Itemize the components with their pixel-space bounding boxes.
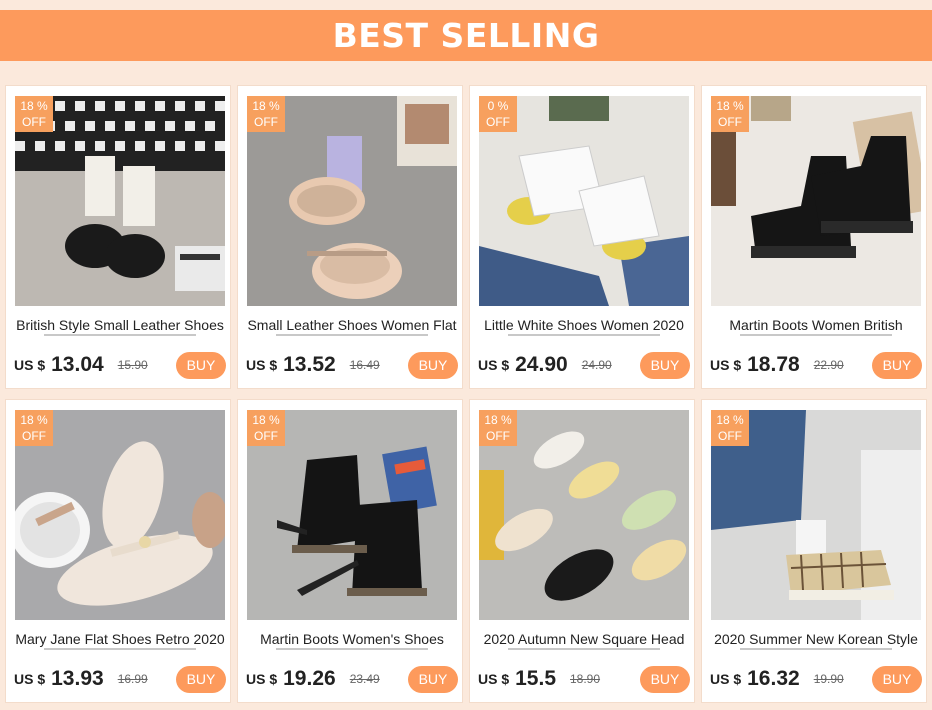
title-overflow [14,334,226,338]
price: 16.32 [747,667,800,690]
buy-button[interactable]: BUY [640,352,690,379]
discount-off: OFF [22,429,46,443]
original-price: 15.90 [117,358,148,372]
price-row: US $ 19.26 23.49 BUY [246,665,458,693]
product-photo[interactable]: 18 % OFF [711,96,921,306]
price-row: US $ 18.78 22.90 BUY [710,351,922,379]
price: 18.78 [747,353,800,376]
buy-button[interactable]: BUY [408,666,458,693]
buy-button[interactable]: BUY [176,352,226,379]
discount-badge: 18 % OFF [247,410,285,446]
discount-badge: 18 % OFF [479,410,517,446]
product-photo[interactable]: 18 % OFF [247,96,457,306]
product-photo[interactable]: 0 % OFF [479,96,689,306]
discount-percent: 18 % [252,413,280,427]
price: 13.93 [51,667,104,690]
price: 15.5 [515,667,556,690]
original-price: 19.90 [813,672,844,686]
buy-button[interactable]: BUY [176,666,226,693]
price-row: US $ 16.32 19.90 BUY [710,665,922,693]
original-price: 16.99 [117,672,148,686]
original-price: 23.49 [349,672,380,686]
product-card[interactable]: 18 % OFF 2020 Autumn New Square Head US … [469,399,695,703]
original-price: 16.49 [349,358,380,372]
title-overflow [478,334,690,338]
product-card[interactable]: 0 % OFF Little White Shoes Women 2020 US… [469,85,695,389]
discount-badge: 18 % OFF [711,410,749,446]
product-photo[interactable]: 18 % OFF [711,410,921,620]
currency: US $ [14,357,46,373]
discount-badge: 18 % OFF [15,410,53,446]
banner-title: BEST SELLING [332,16,600,55]
product-card[interactable]: 18 % OFF Martin Boots Women British US $… [701,85,927,389]
currency: US $ [478,357,510,373]
currency: US $ [478,671,510,687]
title-overflow [246,648,458,652]
discount-off: OFF [718,115,742,129]
product-photo[interactable]: 18 % OFF [247,410,457,620]
product-title[interactable]: Mary Jane Flat Shoes Retro 2020 [14,631,226,649]
product-photo[interactable]: 18 % OFF [15,96,225,306]
product-card[interactable]: 18 % OFF Martin Boots Women's Shoes US $… [237,399,463,703]
currency: US $ [246,671,278,687]
original-price: 24.90 [581,358,612,372]
buy-button[interactable]: BUY [408,352,458,379]
price-row: US $ 15.5 18.90 BUY [478,665,690,693]
price-row: US $ 13.52 16.49 BUY [246,351,458,379]
discount-badge: 18 % OFF [711,96,749,132]
price: 24.90 [515,353,568,376]
discount-off: OFF [718,429,742,443]
discount-percent: 18 % [716,99,744,113]
currency: US $ [710,671,742,687]
product-card[interactable]: 18 % OFF British Style Small Leather Sho… [5,85,231,389]
product-title[interactable]: Small Leather Shoes Women Flat [246,317,458,335]
discount-off: OFF [22,115,46,129]
discount-off: OFF [486,115,510,129]
product-title[interactable]: British Style Small Leather Shoes [14,317,226,335]
product-card[interactable]: 18 % OFF 2020 Summer New Korean Style US… [701,399,927,703]
product-title[interactable]: Martin Boots Women's Shoes [246,631,458,649]
product-title[interactable]: 2020 Autumn New Square Head [478,631,690,649]
discount-percent: 18 % [252,99,280,113]
product-grid: 18 % OFF British Style Small Leather Sho… [5,85,927,703]
discount-off: OFF [486,429,510,443]
discount-badge: 18 % OFF [15,96,53,132]
buy-button[interactable]: BUY [640,666,690,693]
discount-percent: 18 % [484,413,512,427]
product-title[interactable]: 2020 Summer New Korean Style [710,631,922,649]
title-overflow [710,334,922,338]
price-row: US $ 13.93 16.99 BUY [14,665,226,693]
product-title[interactable]: Martin Boots Women British [710,317,922,335]
original-price: 18.90 [570,672,601,686]
currency: US $ [710,357,742,373]
discount-off: OFF [254,115,278,129]
discount-percent: 18 % [716,413,744,427]
title-overflow [14,648,226,652]
best-selling-banner: BEST SELLING [0,10,932,61]
price: 19.26 [283,667,336,690]
title-overflow [246,334,458,338]
product-card[interactable]: 18 % OFF Mary Jane Flat Shoes Retro 2020… [5,399,231,703]
product-photo[interactable]: 18 % OFF [479,410,689,620]
price: 13.04 [51,353,104,376]
currency: US $ [14,671,46,687]
price-row: US $ 24.90 24.90 BUY [478,351,690,379]
product-photo[interactable]: 18 % OFF [15,410,225,620]
price-row: US $ 13.04 15.90 BUY [14,351,226,379]
discount-percent: 0 % [487,99,509,113]
discount-off: OFF [254,429,278,443]
title-overflow [478,648,690,652]
product-card[interactable]: 18 % OFF Small Leather Shoes Women Flat … [237,85,463,389]
discount-percent: 18 % [20,413,48,427]
original-price: 22.90 [813,358,844,372]
discount-percent: 18 % [20,99,48,113]
price: 13.52 [283,353,336,376]
title-overflow [710,648,922,652]
discount-badge: 18 % OFF [247,96,285,132]
currency: US $ [246,357,278,373]
buy-button[interactable]: BUY [872,666,922,693]
discount-badge: 0 % OFF [479,96,517,132]
buy-button[interactable]: BUY [872,352,922,379]
product-title[interactable]: Little White Shoes Women 2020 [478,317,690,335]
